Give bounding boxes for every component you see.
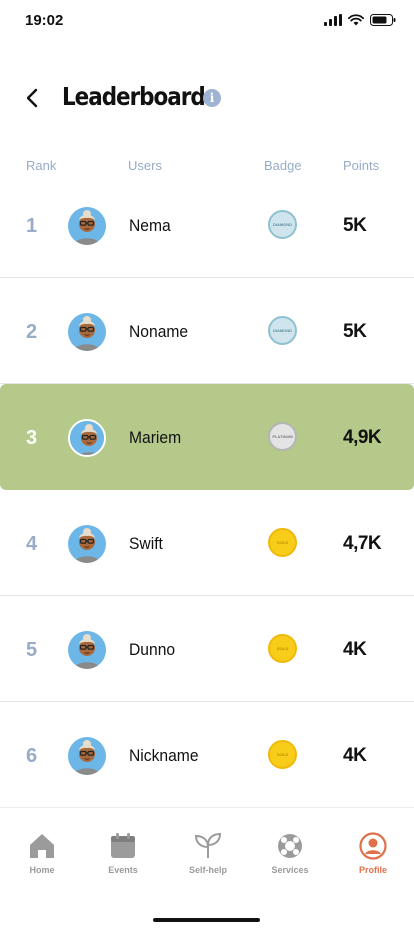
nav-events[interactable]: Events bbox=[83, 832, 163, 875]
points-value: 5K bbox=[343, 321, 367, 342]
nav-label: Events bbox=[108, 865, 138, 875]
badge-label: DIAMOND bbox=[272, 222, 293, 227]
column-header-users: Users bbox=[128, 158, 162, 173]
badge-label: GOLD bbox=[276, 646, 289, 651]
status-icons bbox=[324, 14, 396, 26]
badge-label: DIAMOND bbox=[272, 328, 293, 333]
points-value: 5K bbox=[343, 215, 367, 236]
user-name: Noname bbox=[129, 322, 189, 341]
back-button[interactable] bbox=[20, 84, 44, 112]
badge-icon: GOLD bbox=[268, 740, 297, 769]
signal-icon bbox=[324, 14, 342, 26]
badge-icon: DIAMOND bbox=[268, 316, 297, 345]
user-name: Nickname bbox=[129, 746, 199, 765]
user-name: Dunno bbox=[129, 640, 176, 659]
nav-label: Self-help bbox=[188, 865, 227, 875]
nav-label: Services bbox=[271, 865, 309, 875]
wifi-icon bbox=[348, 14, 364, 26]
rank-number: 5 bbox=[26, 639, 38, 661]
sprout-icon bbox=[194, 832, 222, 860]
user-name: Nema bbox=[129, 216, 171, 235]
column-header-badge: Badge bbox=[264, 158, 302, 173]
avatar bbox=[68, 737, 106, 775]
leaderboard-row[interactable]: 1 Nema DIAMOND 5K bbox=[0, 172, 414, 278]
leaderboard-row[interactable]: 2 Noname DIAMOND 5K bbox=[0, 278, 414, 384]
profile-icon bbox=[359, 832, 387, 860]
badge-label: GOLD bbox=[276, 540, 289, 545]
calendar-icon bbox=[109, 832, 137, 860]
battery-icon bbox=[370, 14, 396, 26]
points-value: 4K bbox=[343, 745, 367, 766]
nav-label: Profile bbox=[358, 865, 387, 875]
home-indicator bbox=[153, 918, 260, 922]
bottom-nav: Home Events Self-help Services Profile bbox=[0, 807, 414, 897]
leaderboard-row[interactable]: 4 Swift GOLD 4,7K bbox=[0, 490, 414, 596]
avatar bbox=[68, 631, 106, 669]
page-title: Leaderboard bbox=[62, 82, 206, 111]
column-header-rank: Rank bbox=[26, 158, 57, 173]
leaderboard-list: 1 Nema DIAMOND 5K 2 Noname DIAMOND 5K 3 … bbox=[0, 172, 414, 808]
avatar bbox=[68, 419, 106, 457]
nav-label: Home bbox=[29, 865, 55, 875]
info-icon[interactable]: i bbox=[203, 89, 221, 107]
leaderboard-row[interactable]: 6 Nickname GOLD 4K bbox=[0, 702, 414, 808]
nav-services[interactable]: Services bbox=[250, 832, 330, 875]
chevron-left-icon bbox=[26, 88, 38, 108]
nav-self-help[interactable]: Self-help bbox=[168, 832, 248, 875]
points-value: 4,9K bbox=[343, 427, 382, 448]
badge-icon: PLATINUM bbox=[268, 422, 297, 451]
nav-profile[interactable]: Profile bbox=[333, 832, 413, 875]
page-header: Leaderboard i bbox=[0, 80, 414, 116]
badge-label: GOLD bbox=[276, 752, 289, 757]
rank-number: 4 bbox=[26, 533, 38, 555]
avatar bbox=[68, 207, 106, 245]
leaderboard-row[interactable]: 5 Dunno GOLD 4K bbox=[0, 596, 414, 702]
rank-number: 6 bbox=[26, 745, 38, 767]
lifebuoy-icon bbox=[276, 832, 304, 860]
nav-home[interactable]: Home bbox=[2, 832, 82, 875]
badge-icon: DIAMOND bbox=[268, 210, 297, 239]
badge-icon: GOLD bbox=[268, 528, 297, 557]
points-value: 4K bbox=[343, 639, 367, 660]
leaderboard-row[interactable]: 3 Mariem PLATINUM 4,9K bbox=[0, 384, 414, 490]
badge-icon: GOLD bbox=[268, 634, 297, 663]
status-bar: 19:02 bbox=[0, 0, 414, 44]
rank-number: 1 bbox=[26, 215, 38, 237]
user-name: Swift bbox=[129, 534, 163, 553]
user-name: Mariem bbox=[129, 428, 182, 447]
status-time: 19:02 bbox=[25, 12, 64, 29]
column-header-points: Points bbox=[343, 158, 380, 173]
avatar bbox=[68, 525, 106, 563]
rank-number: 3 bbox=[26, 427, 38, 449]
badge-label: PLATINUM bbox=[272, 434, 293, 439]
avatar bbox=[68, 313, 106, 351]
home-icon bbox=[28, 832, 56, 860]
rank-number: 2 bbox=[26, 321, 38, 343]
points-value: 4,7K bbox=[343, 533, 382, 554]
